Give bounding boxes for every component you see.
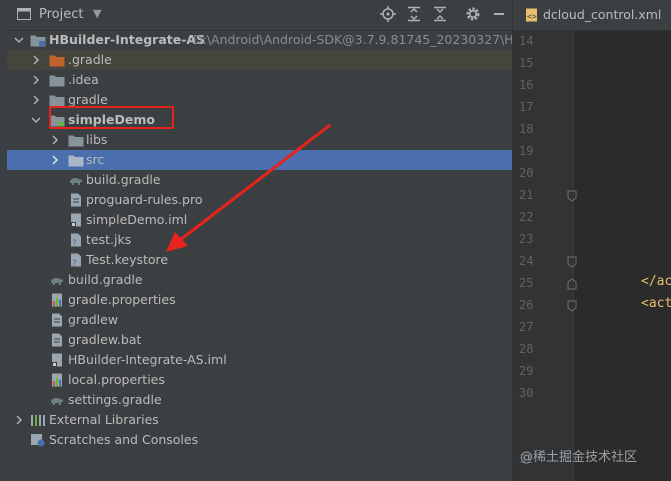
fold-marker-icon[interactable] (567, 190, 577, 202)
tab-dcloud-control[interactable]: dcloud_control.xml (543, 7, 661, 22)
line-number: 15 (519, 56, 534, 70)
line-number: 22 (519, 210, 534, 224)
line-number: 27 (519, 320, 534, 334)
code-line-25: </ac (641, 274, 671, 289)
line-number: 17 (519, 100, 534, 114)
line-number: 23 (519, 232, 534, 246)
line-number: 21 (519, 188, 534, 202)
fold-marker-icon[interactable] (567, 256, 577, 268)
line-number: 28 (519, 342, 534, 356)
line-number: 25 (519, 276, 534, 290)
line-number: 14 (519, 34, 534, 48)
line-number-gutter: 14 15 16 17 18 19 20 21 22 23 24 25 26 2… (513, 30, 577, 481)
line-number: 29 (519, 364, 534, 378)
line-number: 26 (519, 298, 534, 312)
code-line-26: <act (641, 296, 671, 311)
line-number: 18 (519, 122, 534, 136)
editor-pane: <> dcloud_control.xml 14 15 16 17 18 19 … (512, 0, 671, 481)
fold-marker-icon[interactable] (567, 300, 577, 312)
line-number: 19 (519, 144, 534, 158)
svg-text:<>: <> (527, 12, 537, 21)
line-number: 16 (519, 78, 534, 92)
editor-tab-bar: <> dcloud_control.xml (513, 0, 671, 31)
xml-file-icon: <> (526, 8, 537, 22)
line-number: 20 (519, 166, 534, 180)
fold-marker-icon[interactable] (567, 278, 577, 290)
line-number: 30 (519, 386, 534, 400)
line-number: 24 (519, 254, 534, 268)
watermark: @稀土掘金技术社区 (520, 450, 638, 465)
